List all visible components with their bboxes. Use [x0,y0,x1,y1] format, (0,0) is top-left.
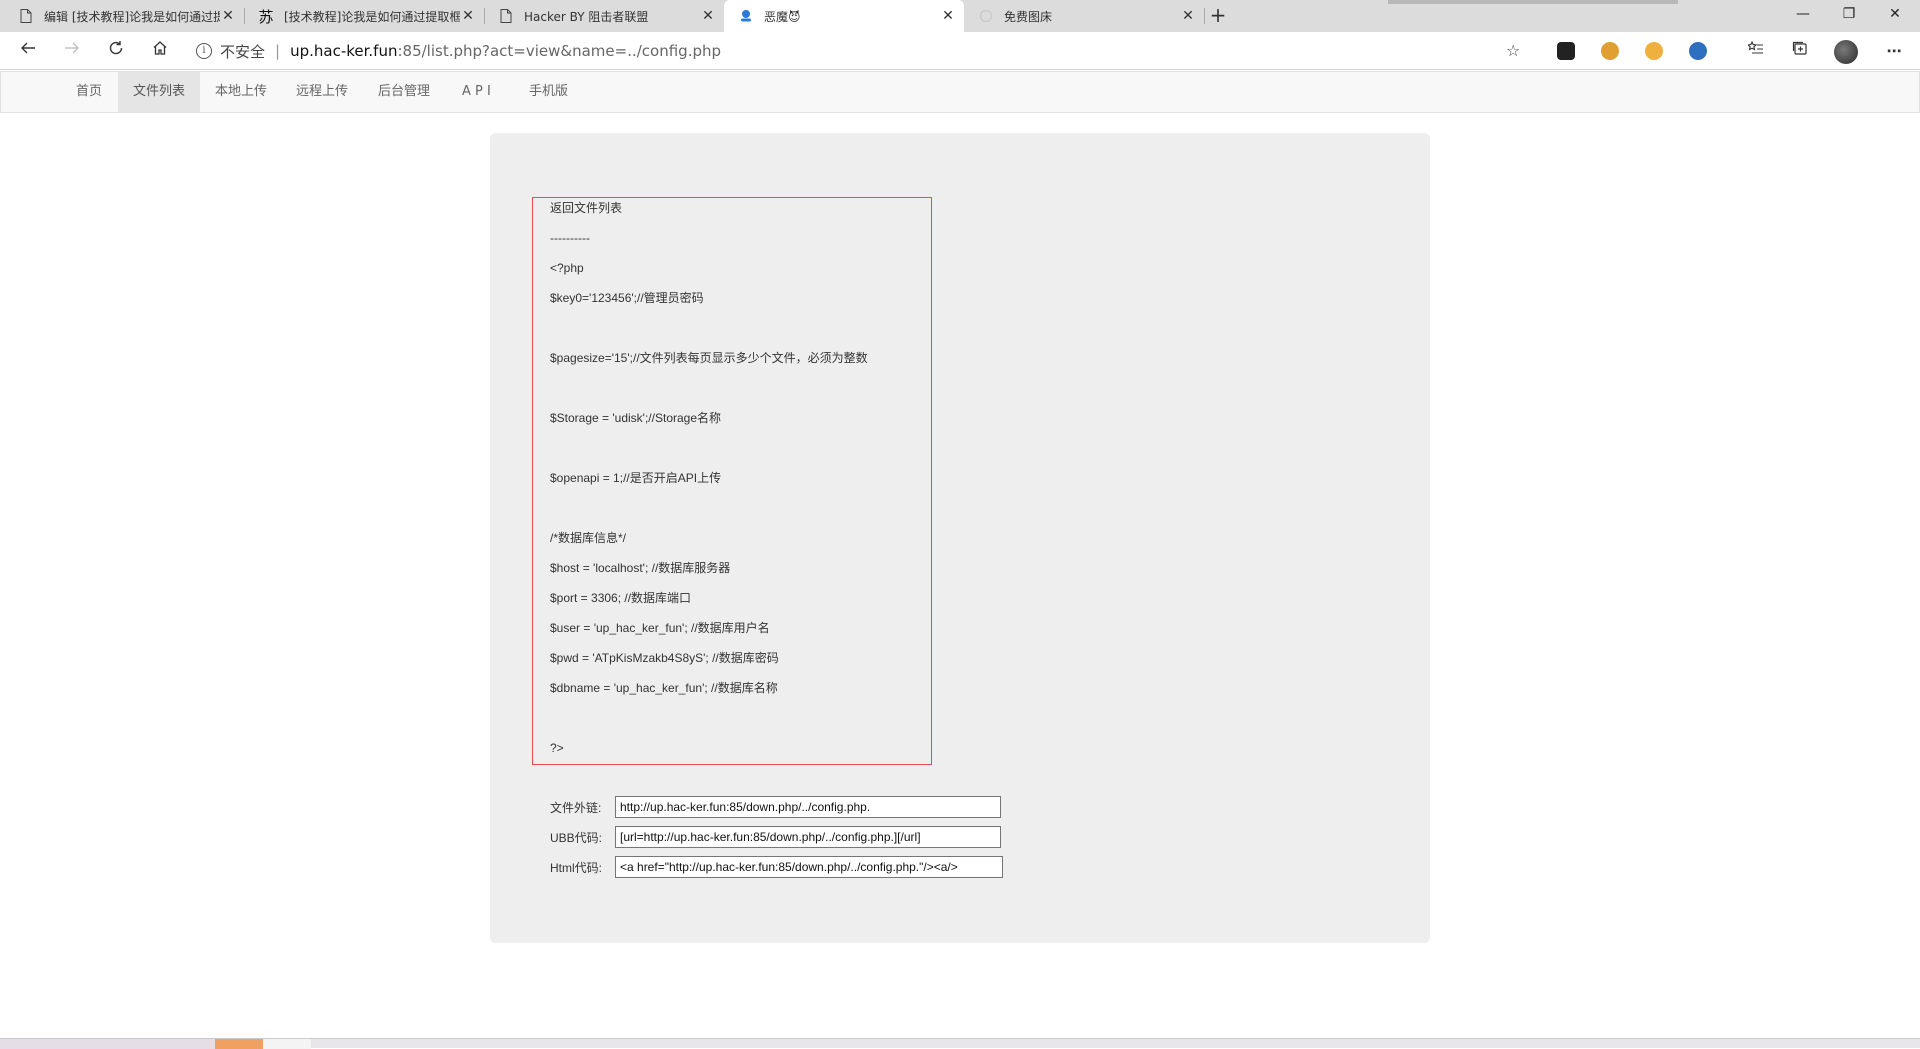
extension-icon-2[interactable] [1601,42,1619,60]
refresh-icon [109,41,123,55]
nav-remote-upload[interactable]: 远程上传 [281,72,363,112]
code-line: <?php [550,261,584,275]
url-path: :85/list.php?act=view&name=../config.php [397,42,722,60]
separator-line: ---------- [550,231,590,245]
tab-title: 编辑 [技术教程]论我是如何通过提 [44,9,220,24]
url-host: up.hac-ker.fun [290,42,398,60]
site-navbar: 首页 文件列表 本地上传 远程上传 后台管理 A P I 手机版 [0,71,1920,113]
refresh-button[interactable] [102,37,130,65]
blank-favicon [978,8,994,24]
extension-icon-1[interactable] [1557,42,1575,60]
nav-mobile[interactable]: 手机版 [514,72,583,112]
more-menu-icon[interactable]: ⋯ [1882,39,1906,63]
close-tab-icon[interactable]: ✕ [220,8,236,24]
collections-icon[interactable] [1788,39,1812,63]
address-divider: | [275,42,281,60]
tab-title: [技术教程]论我是如何通过提取框 [284,9,460,24]
code-line: $Storage = 'udisk';//Storage名称 [550,411,722,425]
tab-title: Hacker BY 阻击者联盟 [524,9,649,24]
ubb-code-field[interactable] [615,826,1001,848]
forward-button[interactable] [58,37,86,65]
browser-toolbar: i 不安全 | up.hac-ker.fun :85/list.php?act=… [0,32,1920,70]
blue-favicon [738,8,754,24]
back-button[interactable] [14,37,42,65]
extension-icon-4[interactable] [1689,42,1707,60]
browser-tab-5[interactable]: 免费图床 ✕ [964,0,1204,32]
code-line: $host = 'localhost'; //数据库服务器 [550,561,731,575]
code-line: $pagesize='15';//文件列表每页显示多少个文件，必须为整数 [550,351,868,365]
html-code-label: Html代码: [550,860,602,875]
code-line: $openapi = 1;//是否开启API上传 [550,471,722,485]
close-tab-icon[interactable]: ✕ [700,8,716,24]
security-label: 不安全 [220,42,266,61]
document-icon [18,8,34,24]
minimize-button[interactable]: — [1780,0,1826,30]
new-tab-button[interactable]: + [1206,4,1230,28]
back-to-file-list-link[interactable]: 返回文件列表 [550,201,622,215]
close-tab-icon[interactable]: ✕ [460,8,476,24]
browser-tab-4-active[interactable]: 恶魔😈 ✕ [724,0,964,32]
nav-file-list[interactable]: 文件列表 [118,72,201,112]
html-code-field[interactable] [615,856,1003,878]
address-bar[interactable]: i 不安全 | up.hac-ker.fun :85/list.php?act=… [196,36,1541,66]
ubb-code-label: UBB代码: [550,830,603,845]
tab-strip: 编辑 [技术教程]论我是如何通过提 ✕ 苏 [技术教程]论我是如何通过提取框 ✕… [0,0,1920,32]
close-tab-icon[interactable]: ✕ [940,8,956,24]
code-line: $key0='123456';//管理员密码 [550,291,704,305]
su-favicon: 苏 [258,7,274,26]
home-icon [153,41,167,55]
ubb-code-row: UBB代码: [550,826,1001,848]
direct-link-field[interactable] [615,796,1001,818]
browser-tab-1[interactable]: 编辑 [技术教程]论我是如何通过提 ✕ [4,0,244,32]
code-line: $dbname = 'up_hac_ker_fun'; //数据库名称 [550,681,778,695]
direct-link-label: 文件外链: [550,800,602,815]
back-arrow-icon [21,42,35,54]
tab-divider [1204,8,1205,24]
browser-tab-3[interactable]: Hacker BY 阻击者联盟 ✕ [484,0,724,32]
close-tab-icon[interactable]: ✕ [1180,8,1196,24]
restore-button[interactable]: ❐ [1826,0,1872,30]
close-window-button[interactable]: ✕ [1872,0,1918,30]
code-line: $user = 'up_hac_ker_fun'; //数据库用户名 [550,621,770,635]
favorites-list-icon[interactable] [1744,39,1768,63]
nav-local-upload[interactable]: 本地上传 [200,72,282,112]
profile-avatar[interactable] [1834,40,1858,64]
nav-api[interactable]: A P I [447,72,506,112]
document-icon [498,8,514,24]
notification-popup-edge [1388,0,1678,4]
file-content-box: 返回文件列表 ---------- <?php $key0='123456';/… [532,197,932,765]
tab-title: 恶魔😈 [764,9,801,24]
cookie-extension-icon[interactable] [1645,42,1663,60]
code-line: $port = 3306; //数据库端口 [550,591,692,605]
back-row: 返回文件列表 [550,198,931,228]
home-button[interactable] [146,37,174,65]
favorite-star-icon[interactable]: ☆ [1506,41,1520,60]
forward-arrow-icon [65,42,79,54]
code-line: $pwd = 'ATpKisMzakb4S8yS'; //数据库密码 [550,651,779,665]
nav-admin[interactable]: 后台管理 [363,72,445,112]
tab-title: 免费图床 [1004,9,1053,24]
html-code-row: Html代码: [550,856,1003,878]
code-line: ?> [550,741,564,755]
browser-tab-2[interactable]: 苏 [技术教程]论我是如何通过提取框 ✕ [244,0,484,32]
os-taskbar [0,1038,1920,1049]
code-line: /*数据库信息*/ [550,531,627,545]
nav-home[interactable]: 首页 [61,72,117,112]
direct-link-row: 文件外链: [550,796,1001,818]
site-info-icon[interactable]: i [196,43,212,59]
